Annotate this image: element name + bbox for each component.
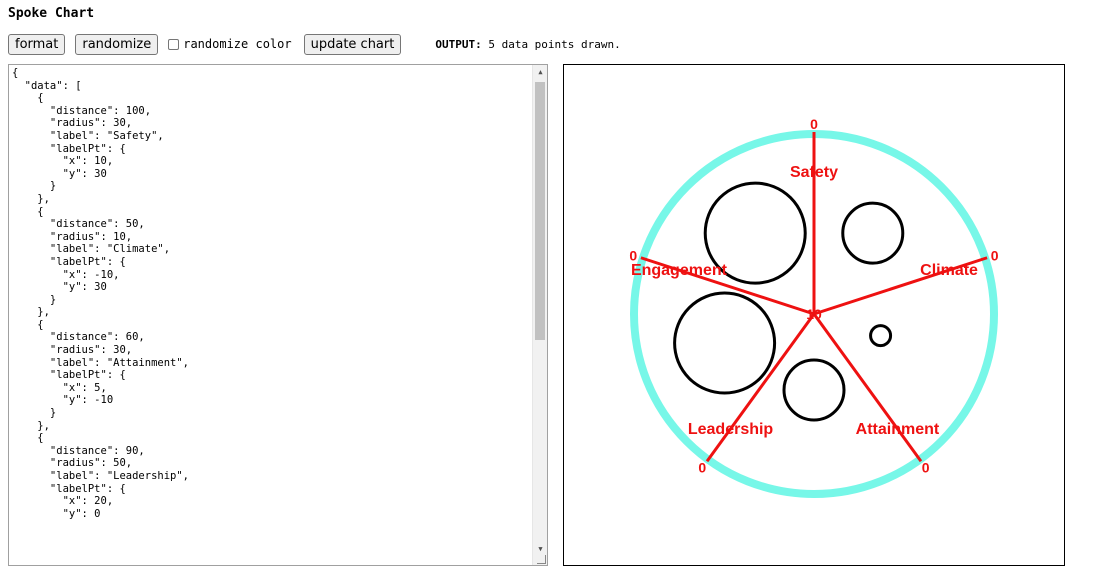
data-bubble [782,358,846,422]
spoke-line [705,313,816,463]
randomize-color-checkbox[interactable] [168,38,180,50]
scroll-up-icon[interactable]: ▲ [533,65,547,80]
spoke-label: Leadership [688,421,774,438]
scroll-thumb[interactable] [535,82,545,340]
data-bubble [673,291,777,395]
center-label: 10 [806,306,822,322]
output-status: OUTPUT: 5 data points drawn. [435,38,620,51]
randomize-color-label: randomize color [183,37,292,51]
spoke-chart: 0 0 0 0 0 Safety Climate Attainment Leadership En… [629,116,999,498]
data-bubble [869,324,893,348]
json-editor[interactable]: { "data": [ { "distance": 100, "radius":… [8,64,548,566]
update-chart-button[interactable]: update chart [303,33,402,55]
spoke-end-label: 0 [810,116,818,132]
data-bubble [841,201,905,265]
json-editor-text[interactable]: { "data": [ { "distance": 100, "radius":… [9,65,547,522]
page-title: Spoke Chart [8,6,95,21]
randomize-button[interactable]: randomize [75,33,159,55]
spoke-end-label: 0 [991,247,999,263]
resize-handle-icon[interactable] [537,555,546,564]
output-text: 5 data points drawn. [488,37,621,51]
editor-scrollbar[interactable]: ▲ ▼ [532,65,547,565]
spoke-end-label: 0 [922,460,930,476]
spoke-end-label: 0 [698,460,706,476]
spoke-end-label: 0 [629,247,637,263]
output-prefix: OUTPUT: [435,37,482,51]
randomize-color-toggle[interactable]: randomize color [168,37,292,51]
toolbar: format randomize randomize color update … [8,33,621,55]
spoke-line [812,313,923,463]
format-button[interactable]: format [8,33,66,55]
spoke-label: Climate [920,262,978,279]
chart-canvas: 0 0 0 0 0 Safety Climate Attainment Leadership En… [563,64,1065,566]
spoke-label: Attainment [856,421,940,438]
spoke-label: Engagement [631,262,728,279]
spoke-label: Safety [790,164,838,181]
